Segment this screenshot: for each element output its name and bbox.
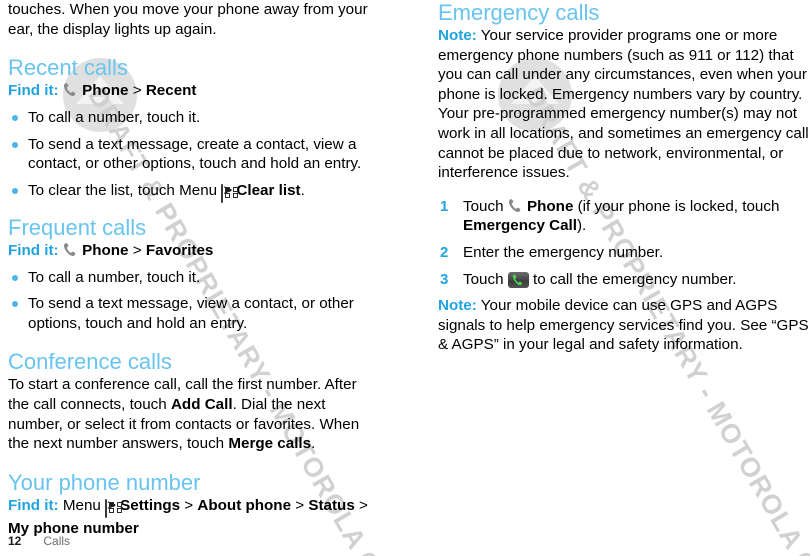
left-column: touches. When you move your phone away f… — [8, 0, 380, 539]
phone-handset-icon — [508, 198, 523, 214]
emergency-steps-list: 1 Touch Phone (if your phone is locked, t… — [438, 197, 810, 289]
page-number: 12 — [8, 534, 22, 548]
heading-emergency-calls: Emergency calls — [438, 0, 600, 25]
bullet-text: To call a number, touch it. — [28, 268, 201, 286]
page-footer: 12 Calls — [8, 534, 70, 548]
step-number: 1 — [440, 197, 449, 215]
step-text: Enter the emergency number. — [463, 243, 664, 261]
heading-your-phone-number: Your phone number — [8, 469, 201, 495]
heading-recent-calls: Recent calls — [8, 55, 128, 81]
step-number: 2 — [440, 243, 449, 261]
frequent-calls-bullet-list: To call a number, touch it. To send a te… — [8, 268, 380, 334]
note-text: Your service provider programs one or mo… — [438, 27, 809, 182]
findit-menu-word: Menu — [62, 496, 106, 514]
conference-calls-paragraph: To start a conference call, call the fir… — [8, 375, 380, 453]
step-text: Touch — [463, 197, 508, 215]
list-item: To send a text message, view a contact, … — [8, 294, 380, 333]
paragraph-bold-text: Add Call — [170, 395, 233, 413]
findit-recent-calls: Find it: Phone > Recent — [8, 81, 380, 101]
step-bold-text: Emergency Call — [463, 217, 577, 235]
findit-target-label: About phone — [197, 496, 292, 514]
findit-separator: > — [354, 496, 368, 514]
findit-target-label: Status — [308, 496, 355, 514]
step-text: Touch — [463, 270, 508, 288]
heading-frequent-calls: Frequent calls — [8, 214, 147, 240]
list-item: To send a text message, create a contact… — [8, 135, 380, 174]
findit-phone-label: Phone — [82, 82, 129, 100]
findit-separator: > — [180, 496, 198, 514]
paragraph-bold-text: Merge calls — [228, 435, 312, 453]
right-column: Emergency calls Note: Your service provi… — [438, 0, 810, 355]
list-item: To clear the list, touch Menu > Clear li… — [8, 181, 380, 204]
findit-label: Find it: — [8, 496, 59, 514]
bullet-text: To call a number, touch it. — [28, 109, 201, 127]
bullet-text: To send a text message, view a contact, … — [28, 295, 354, 332]
note-label: Note: — [438, 27, 477, 44]
list-item: To call a number, touch it. — [8, 268, 380, 288]
bullet-bold-text: Clear list — [236, 181, 301, 199]
findit-target-label: Recent — [145, 82, 197, 100]
findit-your-phone-number: Find it: Menu > Settings > About phone >… — [8, 496, 380, 539]
phone-handset-icon — [63, 242, 78, 258]
menu-icon — [105, 498, 123, 518]
findit-frequent-calls: Find it: Phone > Favorites — [8, 241, 380, 261]
step-text: to call the emergency number. — [528, 270, 737, 288]
bullet-text: To clear the list, touch Menu — [28, 181, 222, 199]
bullet-text: To send a text message, create a contact… — [28, 135, 362, 173]
manual-page: DRAFT & PROPRIETARY - MOTOROLA CONFIDENT… — [0, 0, 810, 556]
findit-label: Find it: — [8, 82, 59, 100]
list-item: To call a number, touch it. — [8, 108, 380, 128]
note-text: Your mobile device can use GPS and AGPS … — [438, 297, 809, 354]
findit-separator: > — [132, 82, 142, 100]
findit-target-label: Favorites — [145, 241, 214, 259]
heading-conference-calls: Conference calls — [8, 349, 172, 375]
list-item: 3 Touch to call the emergency number. — [438, 270, 810, 290]
bullet-text: . — [300, 181, 305, 199]
findit-phone-label: Phone — [82, 241, 129, 259]
note-label: Note: — [438, 297, 477, 315]
step-bold-text: Phone — [526, 197, 574, 215]
step-number: 3 — [440, 270, 449, 288]
paragraph-text: . — [311, 435, 316, 453]
findit-separator: > — [291, 496, 309, 514]
phone-handset-icon — [63, 82, 78, 98]
findit-label: Find it: — [8, 241, 59, 259]
findit-target-label: Settings — [120, 496, 181, 514]
emergency-note-2: Note: Your mobile device can use GPS and… — [438, 296, 810, 355]
emergency-note-1: Note: Your service provider programs one… — [438, 26, 810, 183]
list-item: 2 Enter the emergency number. — [438, 243, 810, 263]
chapter-label: Calls — [43, 534, 71, 548]
list-item: 1 Touch Phone (if your phone is locked, t… — [438, 197, 810, 236]
recent-calls-bullet-list: To call a number, touch it. To send a te… — [8, 108, 380, 203]
dialer-call-icon — [507, 271, 529, 288]
step-text: (if your phone is locked, touch — [573, 197, 780, 215]
intro-paragraph: touches. When you move your phone away f… — [8, 1, 368, 38]
findit-separator: > — [132, 241, 142, 259]
step-text: ). — [576, 217, 587, 235]
